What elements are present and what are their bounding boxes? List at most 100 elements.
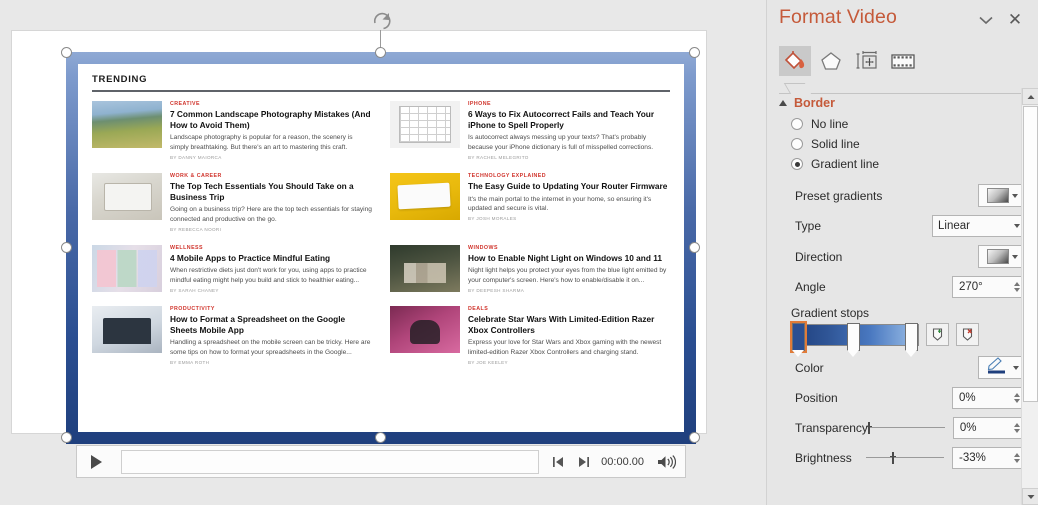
panel-close-button[interactable]: ✕ [1004, 8, 1026, 30]
scrollbar-thumb[interactable] [1023, 106, 1038, 402]
gradient-stop-2[interactable] [847, 322, 860, 357]
collapse-triangle-icon [779, 100, 787, 106]
color-button[interactable] [978, 356, 1026, 379]
seek-slider[interactable] [121, 449, 540, 474]
tab-fill-and-line[interactable] [779, 46, 811, 76]
tab-size-and-properties[interactable] [851, 46, 883, 76]
panel-scrollbar[interactable] [1021, 88, 1038, 505]
article-card[interactable]: CREATIVE 7 Common Landscape Photography … [92, 101, 381, 173]
label-color: Color [795, 360, 824, 375]
chevron-down-icon [1014, 224, 1020, 228]
option-solid-line[interactable]: Solid line [767, 134, 1038, 154]
option-no-line[interactable]: No line [767, 114, 1038, 134]
gradient-stops-bar[interactable] [790, 320, 919, 357]
preset-gradients-button[interactable] [978, 184, 1026, 207]
tab-video[interactable] [887, 46, 919, 76]
article-thumbnail [92, 244, 162, 292]
spinner-up-icon[interactable] [1014, 282, 1020, 286]
resize-handle-bottom-right[interactable] [689, 432, 700, 443]
article-byline: BY JOSH MORALES [468, 216, 517, 222]
row-transparency: Transparency 0% [767, 413, 1038, 443]
article-headline: How to Enable Night Light on Windows 10 … [468, 252, 662, 263]
article-card[interactable]: WINDOWS How to Enable Night Light on Win… [381, 244, 670, 306]
slider-thumb[interactable] [865, 422, 872, 434]
article-card[interactable]: IPHONE 6 Ways to Fix Autocorrect Fails a… [381, 101, 670, 173]
article-thumbnail [390, 101, 460, 148]
video-frame-content: TRENDING CREATIVE 7 Common Landscape Pho… [78, 64, 684, 432]
article-card[interactable]: PRODUCTIVITY How to Format a Spreadsheet… [92, 306, 381, 378]
panel-menu-button[interactable] [978, 12, 994, 28]
article-summary: Is autocorrect always messing up your te… [468, 134, 654, 151]
label-transparency: Transparency [795, 421, 868, 435]
previous-frame-button[interactable] [545, 447, 571, 477]
volume-button[interactable] [651, 447, 681, 477]
resize-handle-middle-right[interactable] [689, 242, 700, 253]
resize-handle-top-left[interactable] [61, 47, 72, 58]
article-headline: The Easy Guide to Updating Your Router F… [468, 180, 668, 191]
gradient-preview-swatch [986, 188, 1009, 203]
slider-thumb[interactable] [890, 452, 896, 464]
tab-effects[interactable] [815, 46, 847, 76]
transparency-spinner[interactable]: 0% [952, 417, 1026, 439]
spinner-up-icon[interactable] [1014, 423, 1020, 427]
video-gradient-border: TRENDING CREATIVE 7 Common Landscape Pho… [66, 52, 696, 444]
option-gradient-line[interactable]: Gradient line [767, 154, 1038, 174]
transparency-slider[interactable] [865, 421, 945, 435]
scrollbar-up-button[interactable] [1022, 88, 1038, 105]
radio-gradient-line[interactable] [791, 158, 803, 170]
label-angle: Angle [795, 280, 826, 294]
resize-handle-bottom-center[interactable] [375, 432, 386, 443]
video-object[interactable]: TRENDING CREATIVE 7 Common Landscape Pho… [66, 52, 696, 444]
article-card[interactable]: DEALS Celebrate Star Wars With Limited-E… [381, 306, 670, 378]
border-section-title: Border [794, 96, 835, 110]
row-brightness: Brightness -33% [767, 443, 1038, 473]
article-kicker: PRODUCTIVITY [170, 306, 215, 313]
brightness-slider[interactable] [866, 451, 944, 465]
remove-gradient-stop-button[interactable] [956, 323, 979, 346]
scrollbar-down-button[interactable] [1022, 488, 1038, 505]
spinner-down-icon[interactable] [1014, 288, 1020, 292]
border-section-header[interactable]: Border [767, 88, 1038, 114]
resize-handle-bottom-left[interactable] [61, 432, 72, 443]
remove-gradient-stop-icon [962, 328, 973, 341]
article-card[interactable]: WORK & CAREER The Top Tech Essentials Yo… [92, 172, 381, 245]
label-position: Position [795, 391, 838, 405]
label-preset-gradients: Preset gradients [795, 188, 883, 203]
article-summary: Landscape photography is popular for a r… [170, 134, 353, 151]
slider-track [866, 457, 944, 458]
article-card[interactable]: TECHNOLOGY EXPLAINED The Easy Guide to U… [381, 172, 670, 245]
article-headline: Celebrate Star Wars With Limited-Edition… [468, 314, 655, 335]
radio-solid-line[interactable] [791, 138, 803, 150]
label-gradient-line: Gradient line [811, 157, 880, 171]
spinner-up-icon[interactable] [1014, 393, 1020, 397]
play-button[interactable] [77, 446, 115, 477]
article-kicker: WELLNESS [170, 244, 204, 251]
direction-button[interactable] [978, 245, 1026, 268]
brightness-value: -33% [959, 452, 986, 464]
radio-no-line[interactable] [791, 118, 803, 130]
article-headline: The Top Tech Essentials You Should Take … [170, 180, 354, 202]
brightness-spinner[interactable]: -33% [952, 447, 1026, 469]
add-gradient-stop-button[interactable] [926, 323, 949, 346]
rotate-handle[interactable] [369, 8, 395, 34]
type-dropdown[interactable]: Linear [932, 215, 1026, 237]
spinner-down-icon[interactable] [1014, 429, 1020, 433]
resize-handle-top-center[interactable] [375, 47, 386, 58]
spinner-down-icon[interactable] [1014, 459, 1020, 463]
angle-spinner[interactable]: 270° [952, 276, 1026, 298]
resize-handle-top-right[interactable] [689, 47, 700, 58]
article-kicker: IPHONE [468, 101, 492, 107]
gradient-stop-3[interactable] [905, 322, 918, 357]
media-playback-bar[interactable]: 00:00.00 [76, 445, 686, 478]
spinner-up-icon[interactable] [1014, 453, 1020, 457]
position-spinner[interactable]: 0% [952, 387, 1026, 409]
resize-handle-middle-left[interactable] [61, 242, 72, 253]
article-kicker: DEALS [468, 306, 489, 313]
gradient-stop-1[interactable] [790, 320, 807, 357]
scroll-down-icon [1027, 494, 1034, 499]
type-value: Linear [938, 220, 970, 232]
slide-editing-area[interactable]: TRENDING CREATIVE 7 Common Landscape Pho… [0, 0, 766, 505]
next-frame-button[interactable] [571, 447, 597, 477]
article-card[interactable]: WELLNESS 4 Mobile Apps to Practice Mindf… [92, 244, 381, 306]
spinner-down-icon[interactable] [1014, 399, 1020, 403]
